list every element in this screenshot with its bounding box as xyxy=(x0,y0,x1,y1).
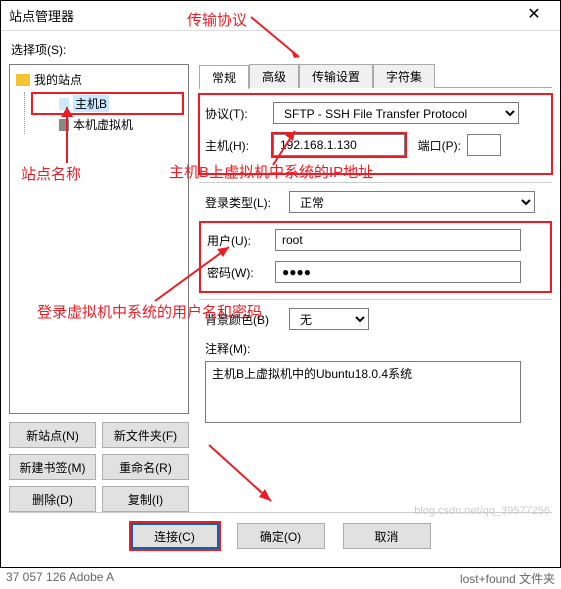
tabs: 常规 高级 传输设置 字符集 xyxy=(199,64,552,88)
tree-item-label: 本机虚拟机 xyxy=(73,116,133,133)
host-input[interactable] xyxy=(273,134,405,156)
folder-icon xyxy=(16,74,30,86)
tree-root-label: 我的站点 xyxy=(34,71,82,88)
site-tree[interactable]: 我的站点 主机B 本机虚拟机 xyxy=(9,64,189,414)
tree-item-localvm[interactable]: 本机虚拟机 xyxy=(31,115,184,134)
port-label: 端口(P): xyxy=(411,137,461,154)
dialog-footer: 连接(C) 确定(O) 取消 xyxy=(9,512,552,559)
connect-button[interactable]: 连接(C) xyxy=(131,523,219,549)
tab-charset[interactable]: 字符集 xyxy=(373,64,435,88)
background-row: 37 057 126 Adobe A lost+found 文件夹 xyxy=(0,568,561,589)
ok-button[interactable]: 确定(O) xyxy=(237,523,325,549)
tree-item-hostb[interactable]: 主机B xyxy=(31,92,184,115)
login-type-label: 登录类型(L): xyxy=(205,194,283,211)
separator xyxy=(199,299,552,300)
password-input[interactable] xyxy=(275,261,521,283)
new-folder-button[interactable]: 新文件夹(F) xyxy=(102,422,189,448)
new-bookmark-button[interactable]: 新建书签(M) xyxy=(9,454,96,480)
tab-general[interactable]: 常规 xyxy=(199,65,249,89)
host-label: 主机(H): xyxy=(205,137,267,154)
login-type-select[interactable]: 正常 xyxy=(289,191,535,213)
tab-transfer[interactable]: 传输设置 xyxy=(299,64,373,88)
copy-button[interactable]: 复制(I) xyxy=(102,486,189,512)
bgcolor-label: 背景颜色(B) xyxy=(205,311,283,328)
password-label: 密码(W): xyxy=(207,264,269,281)
window-title: 站点管理器 xyxy=(9,6,74,25)
tree-root[interactable]: 我的站点 xyxy=(14,71,184,88)
comment-label: 注释(M): xyxy=(205,340,546,357)
user-input[interactable] xyxy=(275,229,521,251)
server-icon xyxy=(59,98,69,110)
site-manager-window: 站点管理器 ✕ 选择项(S): 我的站点 主机B xyxy=(0,0,561,568)
separator xyxy=(199,182,552,183)
delete-button[interactable]: 删除(D) xyxy=(9,486,96,512)
protocol-label: 协议(T): xyxy=(205,105,267,122)
tree-item-label: 主机B xyxy=(73,95,109,112)
new-site-button[interactable]: 新站点(N) xyxy=(9,422,96,448)
bgcolor-select[interactable]: 无 xyxy=(289,308,369,330)
close-icon[interactable]: ✕ xyxy=(516,4,552,28)
tab-advanced[interactable]: 高级 xyxy=(249,64,299,88)
select-entry-label: 选择项(S): xyxy=(11,41,552,58)
cancel-button[interactable]: 取消 xyxy=(343,523,431,549)
protocol-select[interactable]: SFTP - SSH File Transfer Protocol xyxy=(273,102,519,124)
rename-button[interactable]: 重命名(R) xyxy=(102,454,189,480)
port-input[interactable] xyxy=(467,134,501,156)
comment-textarea[interactable] xyxy=(205,361,521,423)
site-action-buttons: 新站点(N) 新文件夹(F) 新建书签(M) 重命名(R) 删除(D) 复制(I… xyxy=(9,422,189,512)
titlebar: 站点管理器 ✕ xyxy=(1,1,560,31)
user-label: 用户(U): xyxy=(207,232,269,249)
server-icon xyxy=(59,119,69,131)
